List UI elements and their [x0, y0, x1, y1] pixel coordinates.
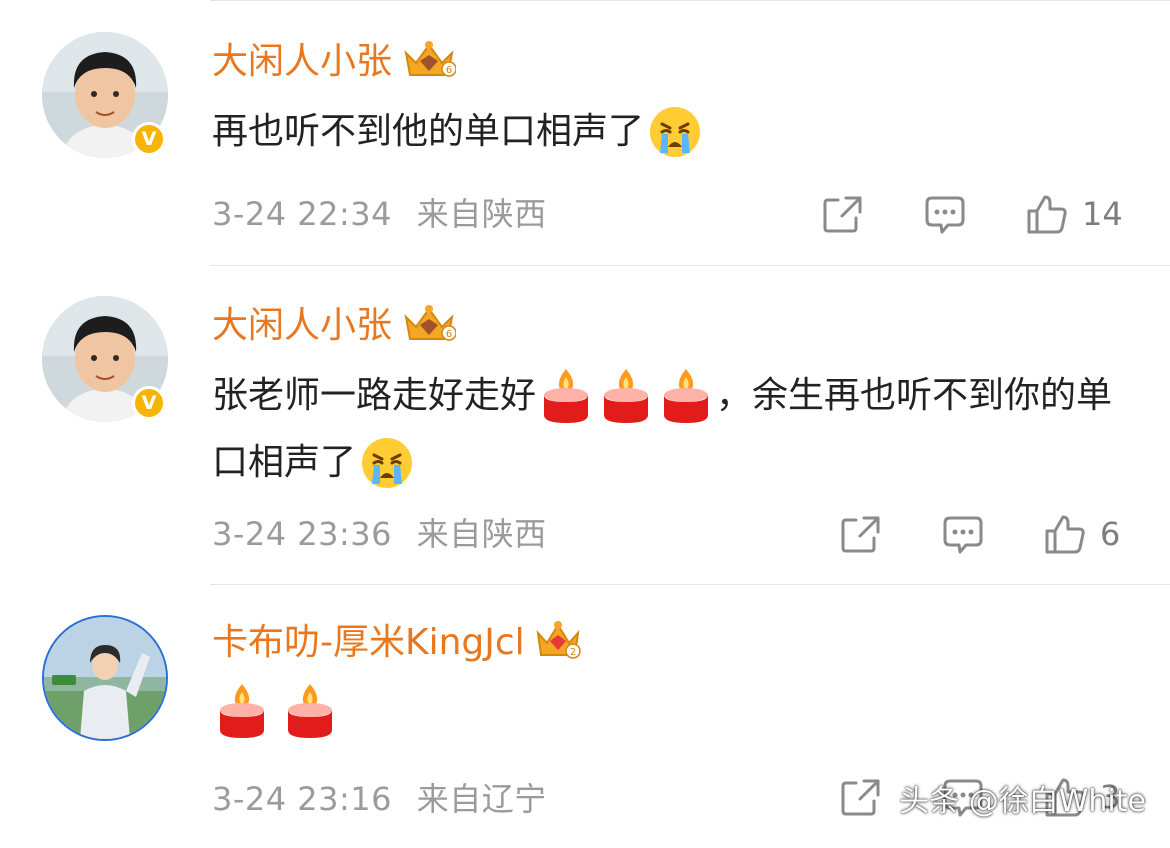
comment-item: V 大闲人小张 6 张老师一路走好走好 ，余生再也听不到你的单口相声了 3-24… — [0, 266, 1170, 584]
crown-icon: 2 — [535, 619, 581, 667]
svg-text:6: 6 — [446, 329, 452, 340]
comment-meta: 3-24 22:34 来自陕西 — [212, 192, 547, 236]
avatar[interactable] — [42, 615, 168, 741]
comment-icon — [924, 194, 966, 236]
reply-button[interactable] — [924, 194, 966, 236]
comment-item: V 大闲人小张 6 再也听不到他的单口相声了 3-24 22:34 来自陕西 1… — [0, 0, 1170, 266]
comment-time: 23:16 — [297, 780, 393, 818]
crown-icon: 6 — [402, 303, 457, 349]
candle-emoji — [540, 367, 592, 425]
comment-time: 23:36 — [297, 515, 393, 553]
reply-button[interactable] — [942, 514, 984, 556]
comment-meta: 3-24 23:16 来自辽宁 — [212, 777, 547, 821]
comment-icon — [942, 514, 984, 556]
comment-date: 3-24 — [212, 195, 287, 233]
like-count: 14 — [1082, 195, 1123, 233]
comment-date: 3-24 — [212, 515, 287, 553]
crying-face-emoji — [360, 436, 414, 490]
username[interactable]: 大闲人小张 — [212, 302, 392, 350]
like-icon — [1026, 193, 1068, 235]
share-icon — [840, 514, 882, 554]
comment-meta: 3-24 23:36 来自陕西 — [212, 512, 547, 556]
share-button[interactable] — [840, 514, 882, 554]
svg-text:6: 6 — [446, 65, 452, 76]
comment-text: 再也听不到他的单口相声了 — [212, 98, 1142, 165]
svg-text:2: 2 — [570, 647, 576, 658]
username[interactable]: 大闲人小张 — [212, 38, 392, 86]
comment-text — [212, 677, 1142, 743]
comment-location: 来自辽宁 — [416, 780, 547, 818]
share-button[interactable] — [822, 194, 864, 234]
like-icon — [1044, 513, 1086, 555]
comment-text: 张老师一路走好走好 ，余生再也听不到你的单口相声了 — [212, 362, 1142, 496]
comment-date: 3-24 — [212, 780, 287, 818]
verified-badge: V — [132, 386, 166, 420]
comment-time: 22:34 — [297, 195, 393, 233]
verified-badge: V — [132, 122, 166, 156]
like-count: 6 — [1100, 515, 1121, 553]
crown-icon: 6 — [402, 39, 457, 85]
candle-emoji — [284, 682, 336, 740]
share-button[interactable] — [840, 777, 882, 817]
candle-emoji — [660, 367, 712, 425]
share-icon — [840, 777, 882, 817]
watermark: 头条 @徐白White — [899, 784, 1146, 819]
share-icon — [822, 194, 864, 234]
candle-emoji — [600, 367, 652, 425]
candle-emoji — [216, 682, 268, 740]
username[interactable]: 卡布叻-厚米KingJcl — [212, 619, 525, 667]
comment-location: 来自陕西 — [416, 515, 547, 553]
like-button[interactable]: 6 — [1044, 512, 1120, 556]
comment-location: 来自陕西 — [416, 195, 547, 233]
like-button[interactable]: 14 — [1026, 192, 1123, 236]
crying-face-emoji — [648, 105, 702, 159]
